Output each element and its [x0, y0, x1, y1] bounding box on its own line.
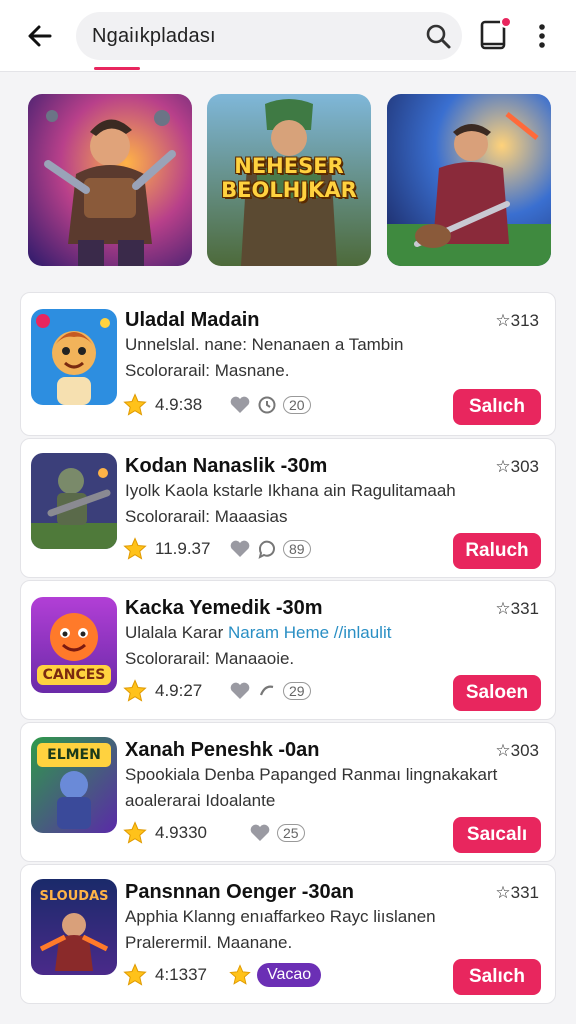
soldier-icon: [31, 453, 117, 549]
app-icon: ELMEN: [31, 737, 117, 833]
rating-value: 4.9:38: [155, 395, 203, 414]
rank-label: ☆331: [495, 883, 539, 902]
meta-row: Vacao: [229, 961, 322, 989]
rating-value: 4.9330: [155, 823, 207, 842]
rank-label: ☆331: [495, 599, 539, 618]
list-item[interactable]: CANCES Kacka Yemedik -30m ☆331 Ulalala K…: [20, 580, 556, 720]
rating-value: 4:1337: [155, 965, 207, 984]
rating: 4.9:38: [123, 391, 202, 419]
meta-row: 20: [229, 391, 311, 419]
action-button[interactable]: Salıch: [453, 389, 541, 425]
rating: 4.9:27: [123, 677, 202, 705]
star-icon: [123, 393, 147, 416]
heart-icon: [250, 824, 270, 841]
search-input[interactable]: Ngaiıkpladası: [76, 12, 462, 60]
list-item[interactable]: SLOUDAS Pansnnan Oenger -30an ☆331 Apphi…: [20, 864, 556, 1004]
app-icon: [31, 309, 117, 405]
icon-caption: SLOUDAS: [39, 889, 109, 904]
app-name: Xanah Peneshk -0an: [125, 739, 320, 761]
rating-value: 11.9.37: [155, 539, 211, 558]
heart-icon: [230, 540, 250, 557]
star-icon: [229, 964, 251, 985]
star-icon: [123, 537, 147, 560]
banner-title-art[interactable]: NEHESER BEOLHJKAR: [207, 94, 371, 266]
action-button[interactable]: Saloen: [453, 675, 541, 711]
search-query-text: Ngaiıkpladası: [92, 25, 216, 47]
more-vertical-icon: [539, 24, 545, 48]
meta-count: 89: [283, 540, 311, 558]
search-icon: [426, 24, 451, 49]
meta-count: 29: [283, 682, 311, 700]
app-description: Spookiala Denba Papanged Ranmaı lingnaka…: [125, 765, 498, 784]
app-name: Uladal Madain: [125, 309, 260, 331]
banner-title-text: NEHESER BEOLHJKAR: [221, 154, 357, 202]
rating-value: 4.9:27: [155, 681, 203, 700]
rank-label: ☆303: [495, 741, 539, 760]
app-description-link[interactable]: Naram Heme //inlaulit: [228, 623, 391, 642]
rating: 11.9.37: [123, 535, 210, 563]
app-description: Unnelslal. nane: Nenanaen a Tambin: [125, 335, 404, 354]
app-subtitle: Pralerermil. Maanane.: [125, 933, 293, 952]
app-icon: CANCES: [31, 597, 117, 693]
star-icon: [123, 963, 147, 986]
app-subtitle: aoalerarai Idoalante: [125, 791, 276, 810]
heart-icon: [230, 396, 250, 413]
category-tag[interactable]: Vacao: [257, 963, 322, 987]
app-subtitle: Scolorarail: Maaasias: [125, 507, 288, 526]
back-button[interactable]: [20, 18, 60, 54]
rank-label: ☆303: [495, 457, 539, 476]
icon-caption: CANCES: [42, 667, 106, 683]
app-description: Apphia Klanng enıaffarkeo Rayc liıslanen: [125, 907, 436, 926]
share-icon: [259, 685, 274, 696]
app-subtitle: Scolorarail: Manaaoie.: [125, 649, 295, 668]
action-button[interactable]: Saıcalı: [453, 817, 541, 853]
meta-row: 25: [249, 819, 305, 847]
rank-label: ☆313: [495, 311, 539, 330]
meta-row: 89: [229, 535, 311, 563]
action-button[interactable]: Salıch: [453, 959, 541, 995]
heart-icon: [230, 682, 250, 699]
app-icon: SLOUDAS: [31, 879, 117, 975]
app-description-text: Ulalala Karar: [125, 623, 228, 642]
banner-warrior[interactable]: [28, 94, 192, 266]
meta-count: 25: [277, 824, 305, 842]
clock-icon: [258, 396, 276, 414]
guitar-banner-image: [387, 94, 551, 266]
meta-row: 29: [229, 677, 311, 705]
app-name: Kacka Yemedik -30m: [125, 597, 323, 619]
arrow-left-icon: [28, 25, 52, 47]
character-icon: [31, 309, 117, 405]
app-description: Ulalala Karar Naram Heme //inlaulit: [125, 623, 391, 643]
list-item[interactable]: Uladal Madain ☆313 Unnelslal. nane: Nena…: [20, 292, 556, 436]
rating: 4.9330: [123, 819, 207, 847]
app-subtitle: Scolorarail: Masnane.: [125, 361, 290, 380]
meta-count: 20: [283, 396, 311, 414]
search-button[interactable]: [424, 22, 452, 50]
app-name: Pansnnan Oenger -30an: [125, 881, 354, 903]
list-item[interactable]: Kodan Nanaslik -30m ☆303 Iyolk Kaola kst…: [20, 438, 556, 578]
app-description: Iyolk Kaola kstarle Ikhana ain Ragulitam…: [125, 481, 456, 500]
more-menu-button[interactable]: [530, 20, 554, 52]
top-app-bar: Ngaiıkpladası: [0, 0, 576, 72]
active-tab-indicator: [94, 67, 140, 70]
comment-icon: [258, 540, 275, 559]
app-name: Kodan Nanaslik -30m: [125, 455, 328, 477]
warrior-banner-image: [28, 94, 192, 266]
star-icon: [123, 679, 147, 702]
icon-caption: ELMEN: [47, 747, 101, 763]
list-item[interactable]: ELMEN Xanah Peneshk -0an ☆303 Spookiala …: [20, 722, 556, 862]
notification-badge: [500, 16, 512, 28]
star-icon: [123, 821, 147, 844]
notifications-button[interactable]: [478, 16, 512, 52]
app-icon: [31, 453, 117, 549]
banner-guitar[interactable]: [387, 94, 551, 266]
rating: 4:1337: [123, 961, 207, 989]
action-button[interactable]: Raluch: [453, 533, 541, 569]
